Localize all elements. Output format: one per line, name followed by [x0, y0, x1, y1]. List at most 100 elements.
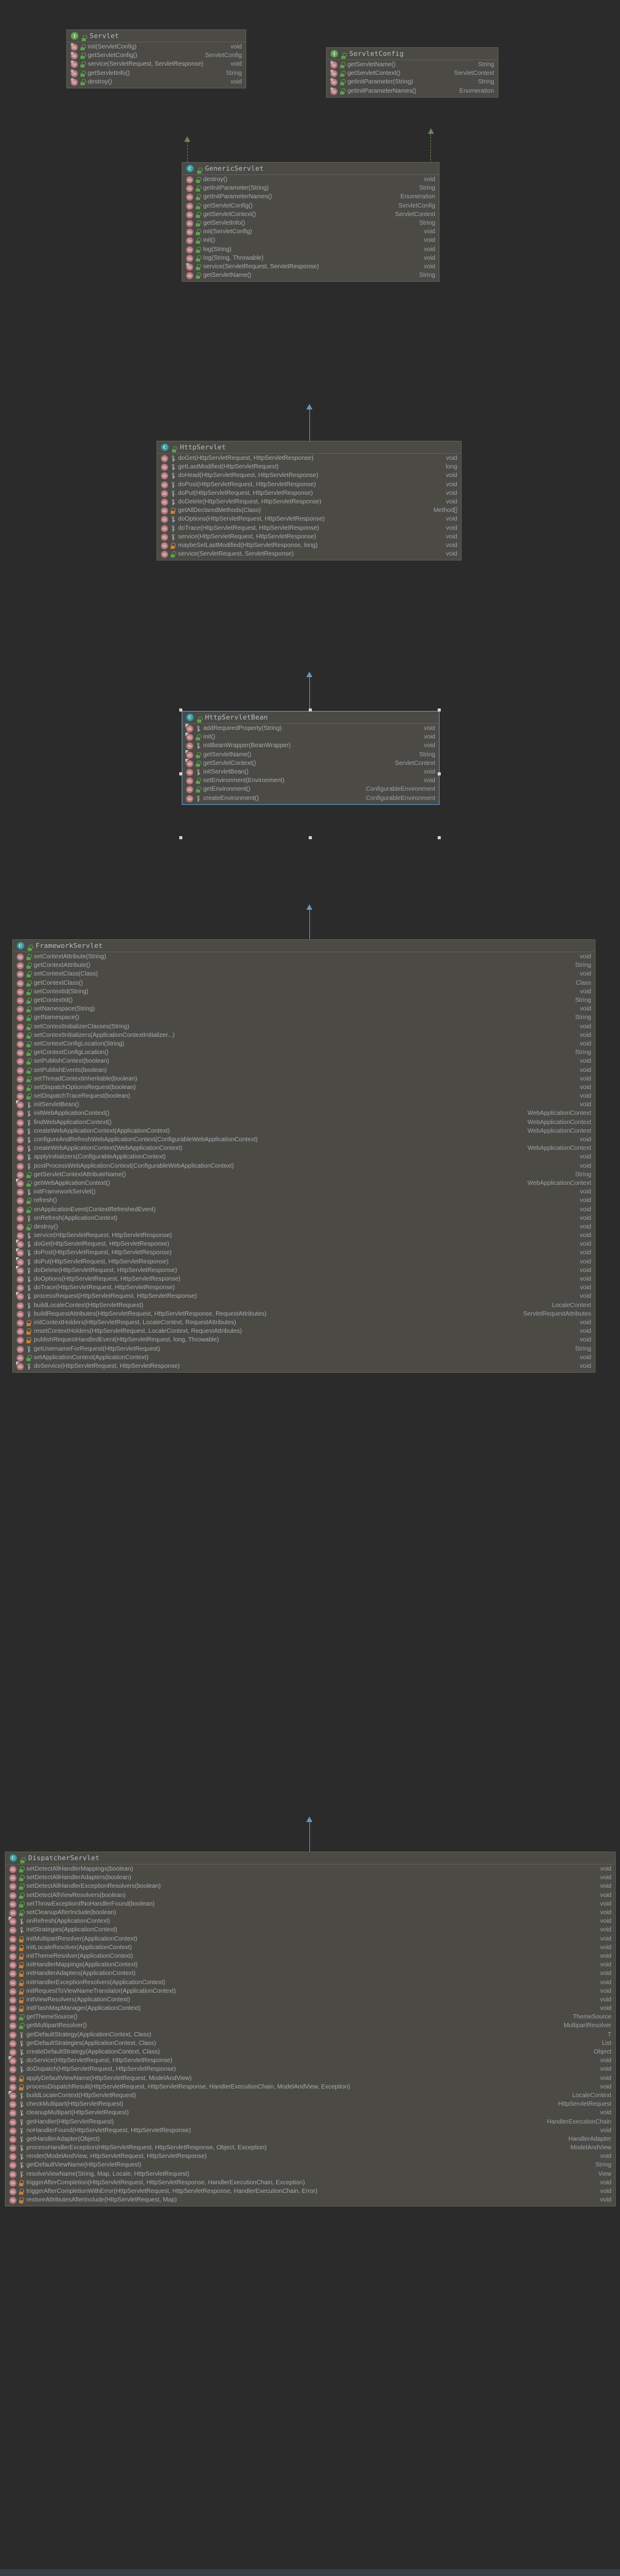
member-row[interactable]: m getContextAttribute() String: [13, 961, 595, 970]
class-header-frameworkservlet[interactable]: C FrameworkServlet: [13, 940, 595, 952]
member-row[interactable]: m findWebApplicationContext() WebApplicati…: [13, 1119, 595, 1127]
selection-handle-e[interactable]: [438, 772, 441, 775]
member-row[interactable]: m getInitParameterNames() Enumeration: [327, 87, 498, 96]
member-row[interactable]: m render(ModelAndView, HttpServletRequest…: [6, 2152, 615, 2161]
member-row[interactable]: m getEnvironment() ConfigurableEnvironment: [182, 785, 439, 794]
member-row[interactable]: m doPost(HttpServletRequest, HttpServletR…: [157, 481, 461, 489]
member-row[interactable]: m doOptions(HttpServletRequest, HttpServl…: [13, 1275, 595, 1284]
member-row[interactable]: m triggerAfterCompletionWithError(HttpSer…: [6, 2187, 615, 2196]
member-row[interactable]: m setDetectAllViewResolvers(boolean) void: [6, 1891, 615, 1900]
member-row[interactable]: m setDispatchOptionsRequest(boolean) void: [13, 1084, 595, 1092]
member-row[interactable]: m checkMultipart(HttpServletRequest) HttpS…: [6, 2100, 615, 2109]
member-row[interactable]: m initBeanWrapper(BeanWrapper) void: [182, 742, 439, 750]
member-row[interactable]: m getMultipartResolver() MultipartResolver: [6, 2022, 615, 2030]
selection-handle-sw[interactable]: [179, 836, 182, 839]
member-row[interactable]: m getServletInfo() String: [67, 69, 246, 78]
member-row[interactable]: m getLastModified(HttpServletRequest) long: [157, 463, 461, 471]
member-row[interactable]: m getContextId() String: [13, 996, 595, 1005]
member-row[interactable]: m getHandler(HttpServletRequest) HandlerEx…: [6, 2117, 615, 2126]
member-row[interactable]: m getServletName() String: [182, 271, 439, 280]
member-row[interactable]: m doDispatch(HttpServletRequest, HttpServ…: [6, 2065, 615, 2074]
member-row[interactable]: m initMultipartResolver(ApplicationContex…: [6, 1935, 615, 1944]
class-box-httpservlet[interactable]: C HttpServlet m doGet(HttpServletRequest, H…: [157, 441, 462, 561]
member-row[interactable]: m doService(HttpServletRequest, HttpServl…: [13, 1362, 595, 1371]
member-row[interactable]: m setNamespace(String) void: [13, 1005, 595, 1014]
member-row[interactable]: m createDefaultStrategy(ApplicationContex…: [6, 2048, 615, 2057]
member-row[interactable]: m setContextInitializerClasses(String) voi…: [13, 1023, 595, 1031]
member-row[interactable]: m setApplicationContext(ApplicationContex…: [13, 1354, 595, 1362]
member-row[interactable]: m initHandlerAdapters(ApplicationContext)…: [6, 1969, 615, 1978]
member-row[interactable]: m setEnvironment(Environment) void: [182, 777, 439, 785]
member-row[interactable]: m setContextId(String) void: [13, 988, 595, 996]
member-row[interactable]: m onApplicationEvent(ContextRefreshedEven…: [13, 1205, 595, 1214]
member-row[interactable]: m log(String, Throwable) void: [182, 254, 439, 263]
member-row[interactable]: m refresh() void: [13, 1197, 595, 1205]
member-row[interactable]: m destroy() void: [67, 77, 246, 87]
member-row[interactable]: m triggerAfterCompletion(HttpServletReque…: [6, 2179, 615, 2187]
member-row[interactable]: m createEnvironment() ConfigurableEnvironm…: [182, 794, 439, 803]
member-row[interactable]: m doService(HttpServletRequest, HttpServl…: [6, 2057, 615, 2065]
member-row[interactable]: m getServletContext() ServletContext: [182, 759, 439, 768]
member-row[interactable]: m getServletConfig() ServletConfig: [182, 202, 439, 211]
member-row[interactable]: m doTrace(HttpServletRequest, HttpServlet…: [13, 1284, 595, 1292]
member-row[interactable]: m buildLocaleContext(HttpServletRequest) L…: [6, 2092, 615, 2100]
member-row[interactable]: m applyInitializers(ConfigurableApplicati…: [13, 1153, 595, 1162]
member-row[interactable]: m setContextAttribute(String) void: [13, 953, 595, 961]
member-row[interactable]: m getUsernameForRequest(HttpServletReques…: [13, 1344, 595, 1353]
member-row[interactable]: m doHead(HttpServletRequest, HttpServletR…: [157, 471, 461, 480]
member-row[interactable]: m setThrowExceptionIfNoHandlerFound(boole…: [6, 1900, 615, 1909]
member-row[interactable]: m getContextConfigLocation() String: [13, 1049, 595, 1057]
member-row[interactable]: m init(ServletConfig) void: [182, 228, 439, 236]
member-row[interactable]: m setPublishEvents(boolean) void: [13, 1066, 595, 1074]
class-header-dispatcherservlet[interactable]: C DispatcherServlet: [6, 1852, 615, 1864]
class-box-dispatcherservlet[interactable]: C DispatcherServlet m setDetectAllHandlerMa…: [5, 1852, 616, 2207]
member-row[interactable]: m initContextHolders(HttpServletRequest, …: [13, 1319, 595, 1327]
member-row[interactable]: m setDispatchTraceRequest(boolean) void: [13, 1092, 595, 1101]
member-row[interactable]: m doOptions(HttpServletRequest, HttpServl…: [157, 515, 461, 524]
member-row[interactable]: m getServletConfig() ServletConfig: [67, 52, 246, 60]
member-row[interactable]: m resetContextHolders(HttpServletRequest,…: [13, 1327, 595, 1336]
class-box-servletconfig[interactable]: I ServletConfig m getServletName() String m ge…: [326, 47, 498, 98]
member-row[interactable]: m service(ServletRequest, ServletResponse…: [157, 550, 461, 559]
member-row[interactable]: m doPost(HttpServletRequest, HttpServletR…: [13, 1249, 595, 1257]
member-row[interactable]: m setContextClass(Class) void: [13, 970, 595, 979]
member-row[interactable]: m getContextClass() Class: [13, 979, 595, 988]
member-row[interactable]: m processDispatchResult(HttpServletReques…: [6, 2083, 615, 2092]
member-row[interactable]: m onRefresh(ApplicationContext) void: [13, 1214, 595, 1223]
member-row[interactable]: m applyDefaultViewName(HttpServletRequest…: [6, 2074, 615, 2083]
member-row[interactable]: m onRefresh(ApplicationContext) void: [6, 1917, 615, 1926]
member-row[interactable]: m initThemeResolver(ApplicationContext) vo…: [6, 1952, 615, 1961]
member-row[interactable]: m initWebApplicationContext() WebApplicati…: [13, 1109, 595, 1118]
member-row[interactable]: m setContextInitializers(ApplicationConte…: [13, 1031, 595, 1040]
member-row[interactable]: m service(HttpServletRequest, HttpServlet…: [13, 1232, 595, 1240]
member-row[interactable]: m getWebApplicationContext() WebApplicatio…: [13, 1179, 595, 1188]
member-row[interactable]: m doDelete(HttpServletRequest, HttpServle…: [13, 1267, 595, 1275]
class-box-genericservlet[interactable]: C GenericServlet m destroy() void m getInitPar…: [182, 162, 440, 282]
member-row[interactable]: m doGet(HttpServletRequest, HttpServletRe…: [157, 454, 461, 463]
member-row[interactable]: m getNamespace() String: [13, 1014, 595, 1022]
member-row[interactable]: m getServletName() String: [327, 61, 498, 69]
member-row[interactable]: m getInitParameter(String) String: [182, 184, 439, 193]
member-row[interactable]: m setThreadContextInheritable(boolean) voi…: [13, 1075, 595, 1084]
selection-handle-ne[interactable]: [438, 708, 441, 712]
class-header-servlet[interactable]: I Servlet: [67, 30, 246, 42]
member-row[interactable]: m processRequest(HttpServletRequest, Http…: [13, 1292, 595, 1301]
member-row[interactable]: m getServletName() String: [182, 751, 439, 759]
class-header-genericservlet[interactable]: C GenericServlet: [182, 163, 439, 175]
member-row[interactable]: m doTrace(HttpServletRequest, HttpServlet…: [157, 524, 461, 533]
member-row[interactable]: m cleanupMultipart(HttpServletRequest) voi…: [6, 2109, 615, 2117]
member-row[interactable]: m noHandlerFound(HttpServletRequest, Http…: [6, 2127, 615, 2135]
member-row[interactable]: m resolveViewName(String, Map, Locale, Ht…: [6, 2170, 615, 2179]
member-row[interactable]: m createWebApplicationContext(Application…: [13, 1127, 595, 1136]
member-row[interactable]: m setDetectAllHandlerAdapters(boolean) voi…: [6, 1874, 615, 1882]
member-row[interactable]: m log(String) void: [182, 246, 439, 254]
selection-handle-w[interactable]: [179, 772, 182, 775]
class-header-httpservlet[interactable]: C HttpServlet: [157, 441, 461, 454]
member-row[interactable]: m service(HttpServletRequest, HttpServlet…: [157, 533, 461, 541]
member-row[interactable]: m getServletInfo() String: [182, 219, 439, 228]
member-row[interactable]: m initLocaleResolver(ApplicationContext) v…: [6, 1944, 615, 1952]
member-row[interactable]: m maybeSetLastModified(HttpServletRespons…: [157, 541, 461, 550]
member-row[interactable]: m initServletBean() void: [182, 768, 439, 777]
member-row[interactable]: m initStrategies(ApplicationContext) void: [6, 1926, 615, 1934]
member-row[interactable]: m setContextConfigLocation(String) void: [13, 1040, 595, 1049]
